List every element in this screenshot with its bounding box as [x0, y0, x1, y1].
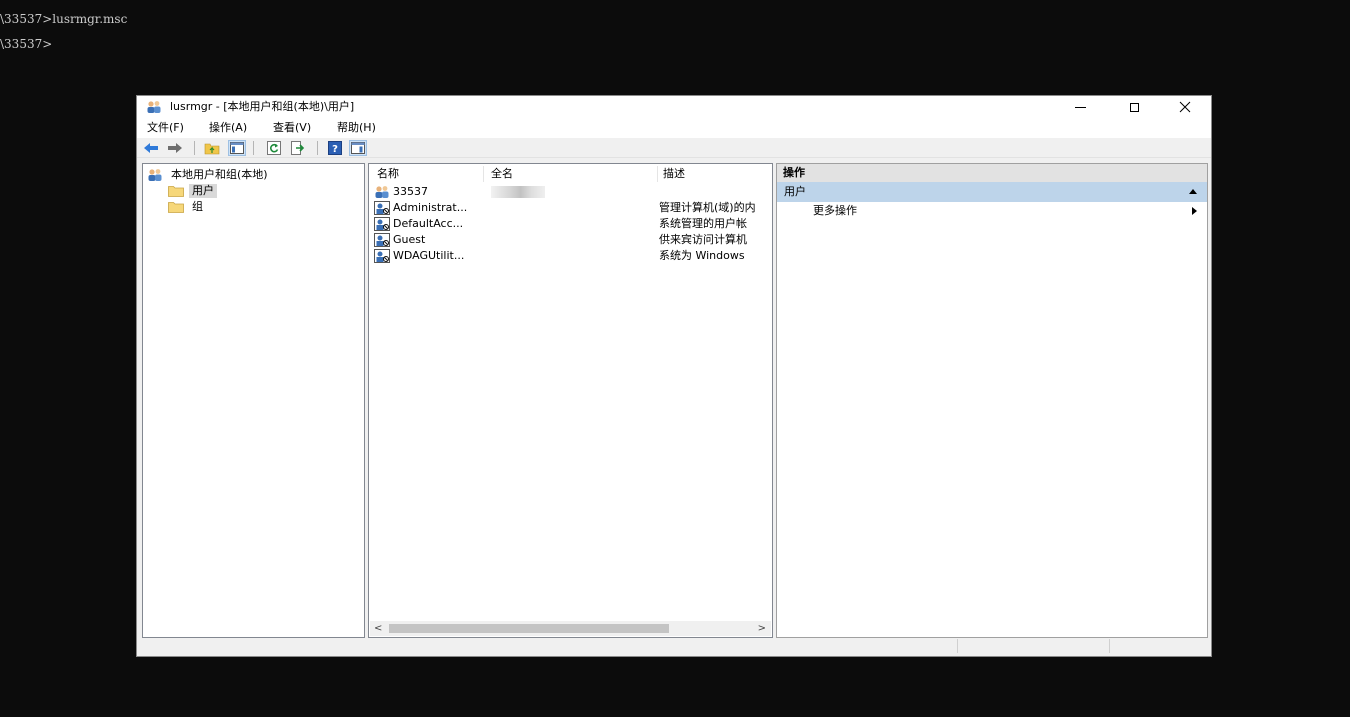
column-header-name[interactable]: 名称: [377, 166, 484, 182]
user-description: [659, 184, 772, 200]
user-full-name: [487, 232, 547, 248]
show-hide-console-tree-icon[interactable]: [228, 140, 246, 156]
tree-label-groups: 组: [192, 200, 203, 213]
folder-icon: [168, 186, 184, 197]
folder-icon: [168, 202, 184, 213]
maximize-button[interactable]: [1111, 96, 1157, 118]
console-tree-pane: 本地用户和组(本地) 用户 组: [142, 163, 365, 638]
column-header-description[interactable]: 描述: [663, 166, 773, 182]
toolbar-separator: [194, 141, 195, 155]
tree-label-root: 本地用户和组(本地): [171, 168, 268, 181]
user-description: 管理计算机(域)的内: [659, 201, 756, 214]
menu-action[interactable]: 操作(A): [209, 121, 247, 135]
svg-text:?: ?: [332, 144, 338, 155]
refresh-icon[interactable]: [265, 140, 283, 156]
collapse-arrow-icon[interactable]: [1189, 189, 1197, 194]
tree-label-users: 用户: [189, 184, 217, 198]
console-line-prompt[interactable]: \33537>: [0, 34, 52, 54]
title-bar[interactable]: lusrmgr - [本地用户和组(本地)\用户]: [137, 96, 1211, 118]
forward-icon[interactable]: [166, 140, 184, 156]
action-section-label: 用户: [784, 185, 806, 198]
user-list-pane: 名称 全名 描述 33537 Administrat... 管理计算机(域)的内…: [368, 163, 773, 638]
list-item[interactable]: DefaultAcc... 系统管理的用户帐: [374, 216, 772, 232]
toolbar-separator: [317, 141, 318, 155]
minimize-icon: [1074, 106, 1086, 108]
list-item[interactable]: Guest 供来宾访问计算机: [374, 232, 772, 248]
toolbar-separator: [253, 141, 254, 155]
column-header-full-name[interactable]: 全名: [491, 166, 658, 182]
submenu-arrow-icon: [1192, 207, 1197, 215]
user-name: WDAGUtilit...: [393, 249, 465, 262]
user-full-name: [487, 216, 547, 232]
more-actions-item[interactable]: 更多操作: [777, 202, 1207, 220]
close-button[interactable]: [1162, 96, 1208, 118]
menu-file[interactable]: 文件(F): [147, 121, 184, 135]
scrollbar-thumb[interactable]: [389, 624, 669, 633]
lusrmgr-window: lusrmgr - [本地用户和组(本地)\用户] 文件(F) 操作(A) 查看…: [136, 95, 1212, 657]
help-icon[interactable]: ?: [326, 140, 344, 156]
user-name: 33537: [393, 185, 428, 198]
status-divider: [957, 639, 958, 653]
action-section-users[interactable]: 用户: [777, 182, 1207, 202]
status-divider: [1109, 639, 1110, 653]
user-description: 系统管理的用户帐: [659, 217, 747, 230]
redacted-full-name: [491, 186, 545, 198]
user-name: DefaultAcc...: [393, 217, 464, 230]
more-actions-label: 更多操作: [813, 204, 857, 217]
show-hide-action-pane-icon[interactable]: [349, 140, 367, 156]
users-groups-icon: [148, 169, 162, 181]
action-pane: 操作 用户 更多操作: [776, 163, 1208, 638]
disabled-user-icon: [374, 233, 390, 247]
console-output: \33537>lusrmgr.msc \33537>: [0, 0, 1350, 90]
user-full-name: [487, 248, 547, 264]
user-description: 系统为 Windows: [659, 249, 745, 262]
list-item[interactable]: WDAGUtilit... 系统为 Windows: [374, 248, 772, 264]
menu-help[interactable]: 帮助(H): [337, 121, 376, 135]
user-name: Administrat...: [393, 201, 468, 214]
user-icon: [375, 186, 389, 198]
tree-item-groups[interactable]: 组: [168, 199, 206, 215]
window-title: lusrmgr - [本地用户和组(本地)\用户]: [170, 100, 355, 113]
list-item[interactable]: Administrat... 管理计算机(域)的内: [374, 200, 772, 216]
disabled-user-icon: [374, 249, 390, 263]
list-item[interactable]: 33537: [374, 184, 772, 200]
maximize-icon: [1129, 102, 1139, 112]
user-full-name: [487, 200, 547, 216]
close-icon: [1179, 101, 1191, 113]
scroll-left-button[interactable]: <: [374, 621, 382, 636]
menu-view[interactable]: 查看(V): [273, 121, 311, 135]
user-name: Guest: [393, 233, 426, 246]
scroll-right-button[interactable]: >: [758, 621, 766, 636]
minimize-button[interactable]: [1057, 96, 1103, 118]
user-description: 供来宾访问计算机: [659, 233, 747, 246]
disabled-user-icon: [374, 201, 390, 215]
status-bar: [142, 639, 1208, 654]
back-icon[interactable]: [142, 140, 160, 156]
console-line-command: \33537>lusrmgr.msc: [0, 12, 128, 26]
tree-item-local-users-groups[interactable]: 本地用户和组(本地): [147, 167, 271, 183]
disabled-user-icon: [374, 217, 390, 231]
horizontal-scrollbar[interactable]: < >: [370, 621, 771, 636]
toolbar: ?: [137, 138, 1211, 158]
action-pane-header: 操作: [777, 164, 1207, 182]
export-list-icon[interactable]: [289, 140, 307, 156]
tree-item-users[interactable]: 用户: [168, 183, 217, 199]
up-folder-icon[interactable]: [203, 140, 221, 156]
users-app-icon: [146, 100, 162, 114]
menu-bar: 文件(F) 操作(A) 查看(V) 帮助(H): [137, 118, 1211, 138]
